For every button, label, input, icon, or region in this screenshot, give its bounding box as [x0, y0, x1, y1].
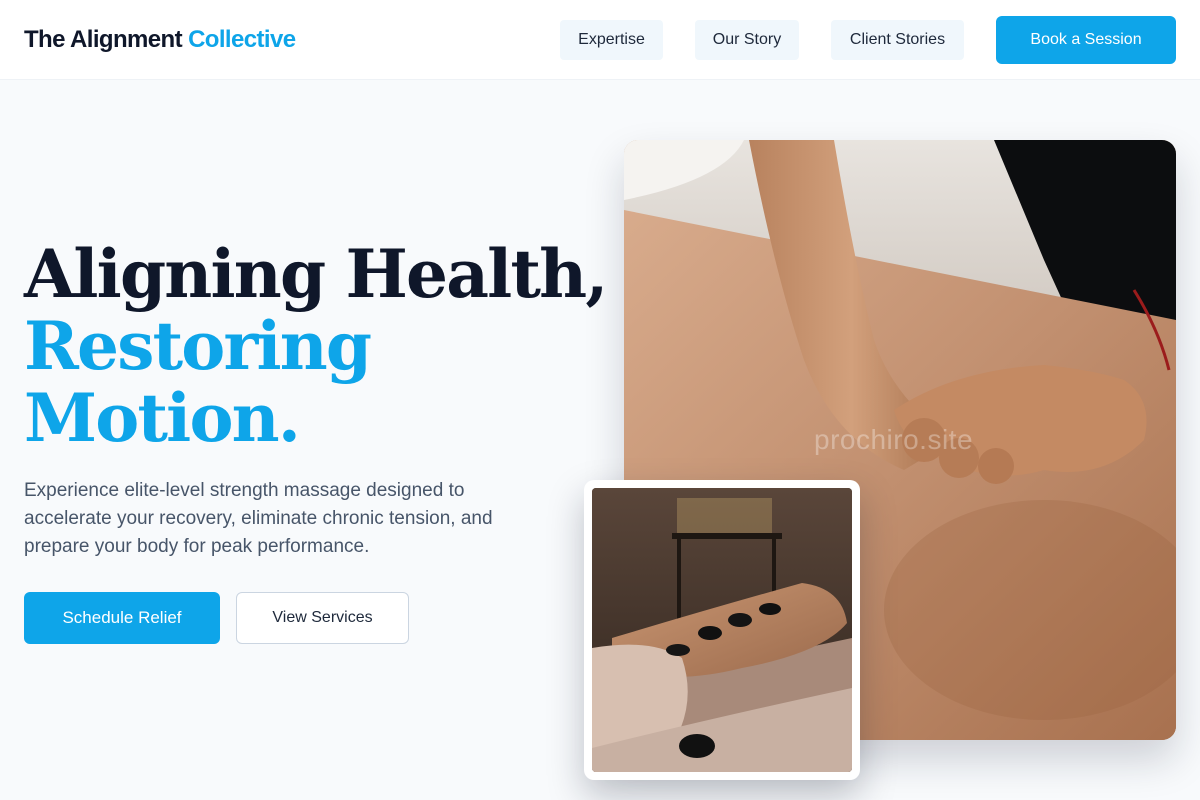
brand-name: The Alignment [24, 26, 183, 53]
brand-logo[interactable]: The Alignment Collective [24, 25, 296, 55]
hot-stone-illustration [592, 488, 852, 772]
schedule-relief-button[interactable]: Schedule Relief [24, 592, 220, 644]
nav-link-client-stories[interactable]: Client Stories [831, 20, 964, 60]
hero-title-line-3: Motion. [24, 379, 301, 457]
site-header: The Alignment Collective Expertise Our S… [0, 0, 1200, 80]
hero-title-line-2: Restoring [24, 307, 372, 385]
brand-name-accent: Collective [188, 26, 296, 53]
hot-stone-photo [592, 488, 852, 772]
view-services-button[interactable]: View Services [236, 592, 409, 644]
inset-photo-card [584, 480, 860, 780]
watermark-text: prochiro.site [814, 424, 974, 455]
nav-link-our-story[interactable]: Our Story [695, 20, 799, 60]
hero-title: Aligning Health, Restoring Motion. [24, 235, 608, 457]
book-session-button[interactable]: Book a Session [996, 16, 1176, 64]
nav-link-expertise[interactable]: Expertise [560, 20, 663, 60]
hero-title-line-1: Aligning Health, [24, 235, 608, 313]
hero-subtitle: Experience elite-level strength massage … [24, 480, 493, 557]
